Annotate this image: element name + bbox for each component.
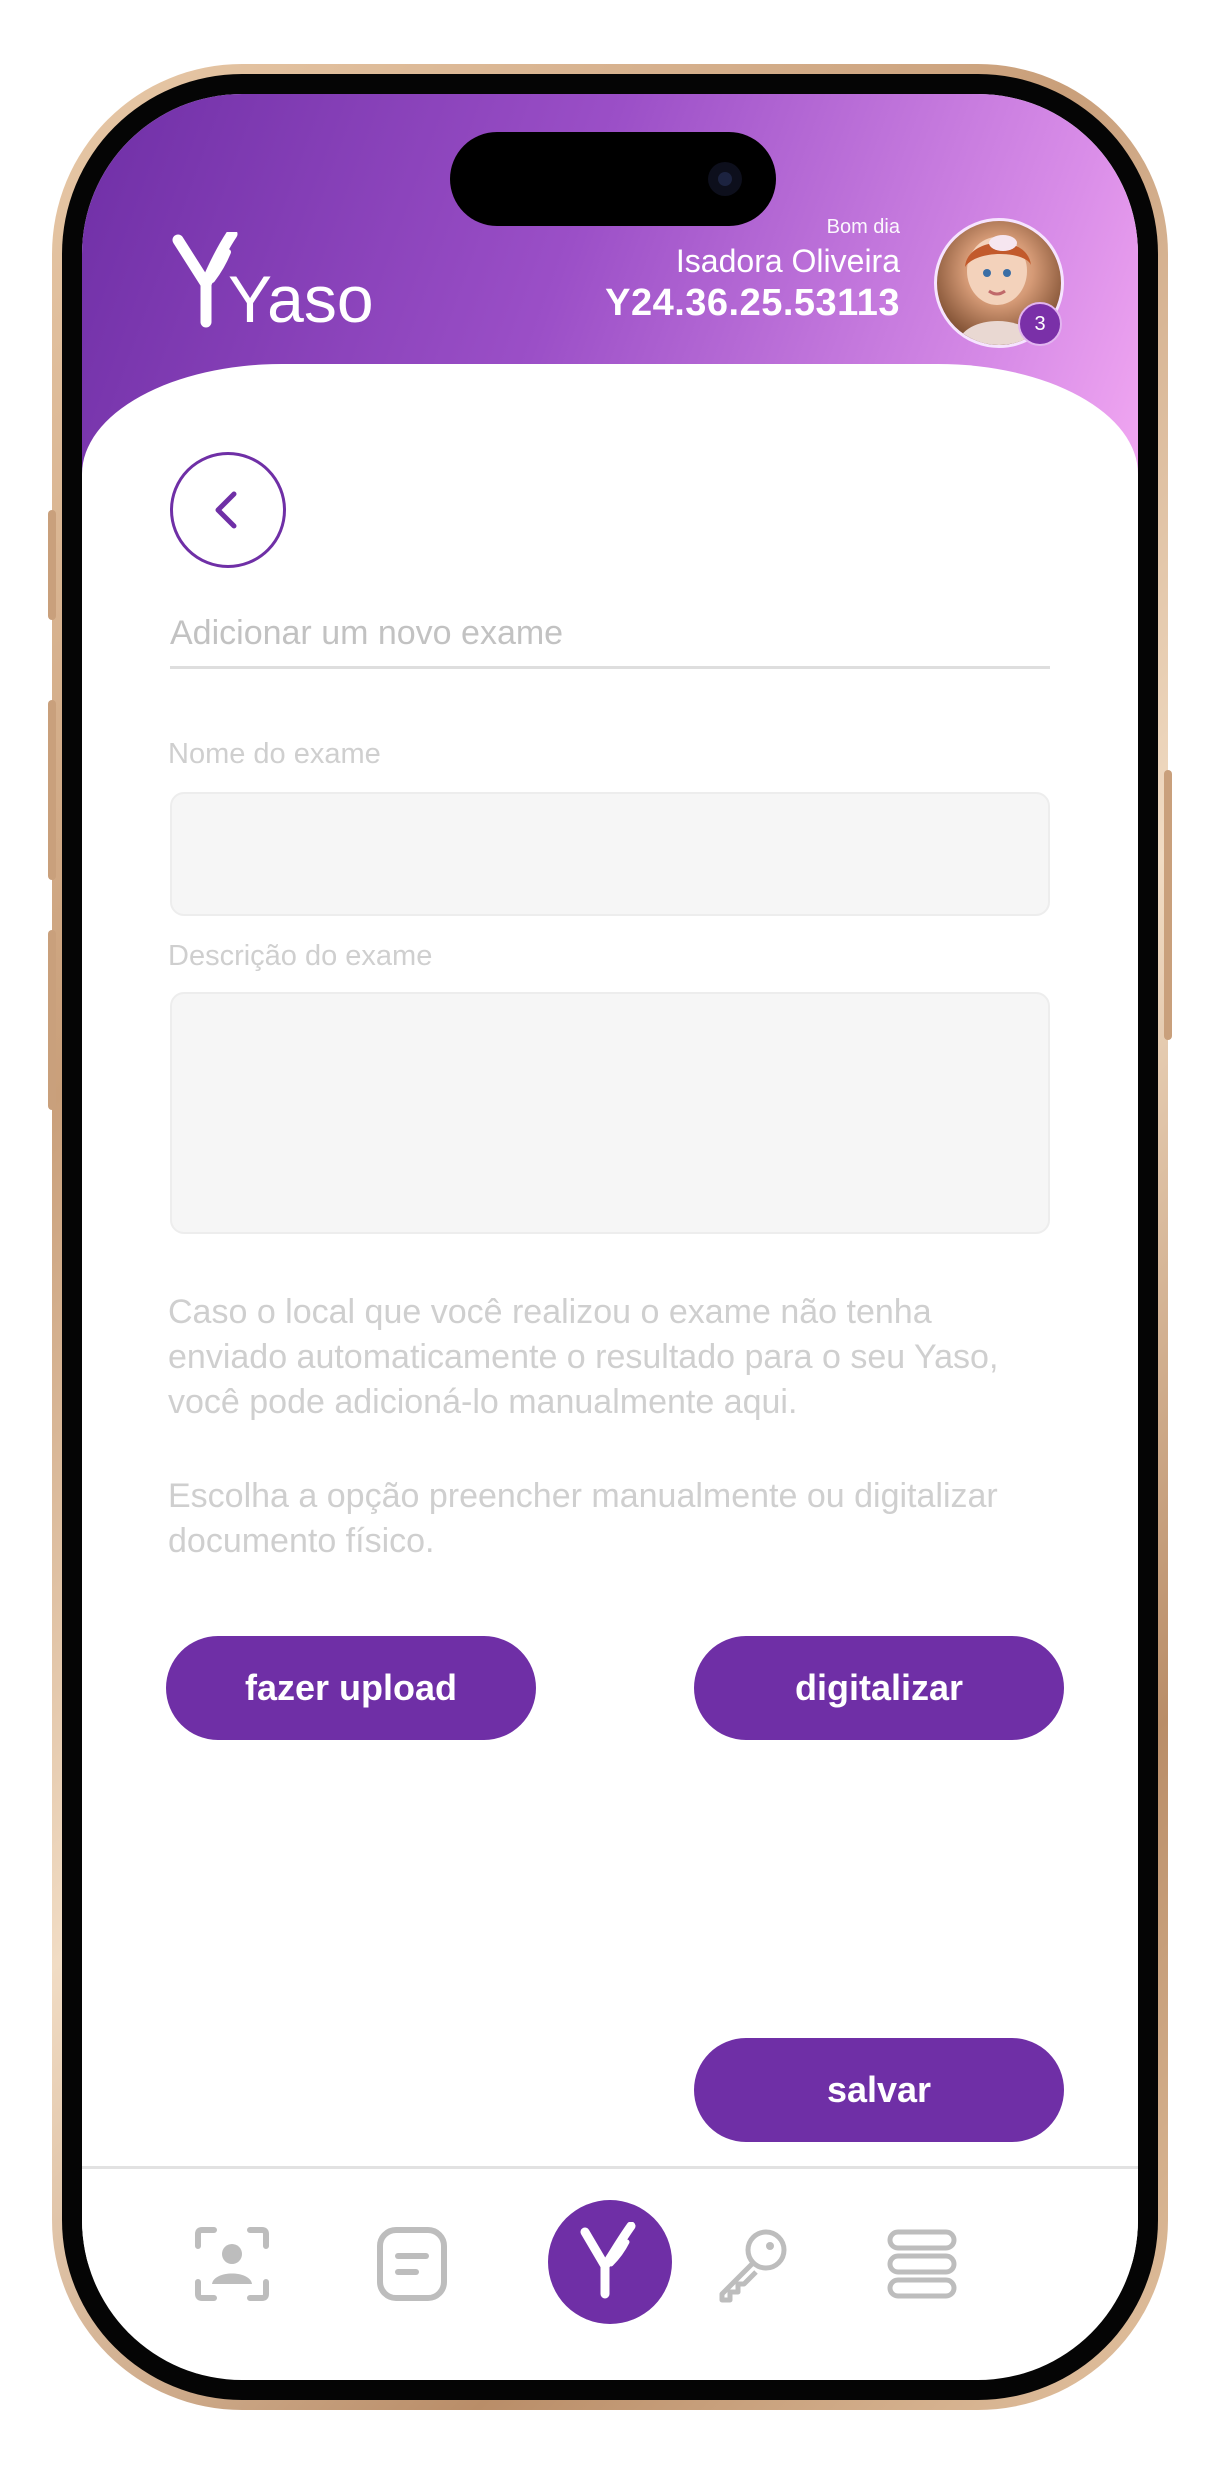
upload-button[interactable]: fazer upload	[166, 1636, 536, 1740]
dynamic-island	[450, 132, 776, 226]
user-name: Isadora Oliveira	[675, 243, 900, 279]
tab-access[interactable]	[712, 2224, 792, 2304]
greeting-text: Bom dia	[826, 216, 900, 238]
tabbar-divider	[82, 2166, 1138, 2169]
key-icon	[719, 2229, 787, 2303]
tab-face-scan[interactable]	[192, 2224, 272, 2304]
info-paragraph-2: Escolha a opção preencher manualmente ou…	[168, 1477, 998, 1560]
camera-icon	[708, 162, 742, 196]
menu-icon	[887, 2229, 957, 2299]
phone-screen: Yaso Bom dia Isadora Oliveira Y24.36.25.…	[82, 94, 1138, 2380]
side-button-volume-up	[48, 700, 56, 880]
side-button-silent	[48, 510, 56, 620]
document-icon	[377, 2227, 447, 2301]
notification-badge[interactable]: 3	[1018, 302, 1062, 346]
greeting-block: Bom dia Isadora Oliveira Y24.36.25.53113	[605, 216, 900, 325]
save-button[interactable]: salvar	[694, 2038, 1064, 2142]
exam-description-field[interactable]	[170, 992, 1050, 1234]
page-title: Adicionar um novo exame	[170, 614, 564, 652]
exam-description-label: Descrição do exame	[168, 940, 433, 972]
exam-name-label: Nome do exame	[168, 738, 381, 770]
side-button-volume-down	[48, 930, 56, 1110]
title-divider	[170, 666, 1050, 669]
chevron-left-icon	[215, 491, 237, 529]
tab-menu[interactable]	[882, 2224, 962, 2304]
exam-name-field[interactable]	[170, 792, 1050, 916]
tab-home[interactable]	[548, 2200, 672, 2324]
side-button-power	[1164, 770, 1172, 1040]
user-code: Y24.36.25.53113	[605, 282, 900, 324]
logo-text: Yaso	[228, 262, 374, 332]
yaso-logo: Yaso	[170, 228, 380, 337]
tab-documents[interactable]	[372, 2224, 452, 2304]
face-scan-icon	[195, 2227, 269, 2301]
back-button[interactable]	[170, 452, 286, 568]
info-paragraph-1: Caso o local que você realizou o exame n…	[168, 1293, 999, 1421]
yaso-home-icon	[580, 2222, 636, 2299]
scan-button[interactable]: digitalizar	[694, 1636, 1064, 1740]
